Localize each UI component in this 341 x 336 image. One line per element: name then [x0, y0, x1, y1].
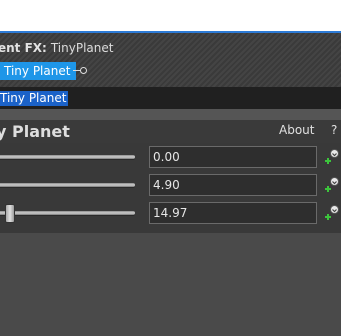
panel-header: y Planet About ?: [0, 120, 341, 143]
effect-header: ent FX: TinyPlanet Tiny Planet: [0, 33, 341, 87]
keyframe-plus-icon[interactable]: [323, 148, 341, 166]
current-fx-label: ent FX: TinyPlanet: [0, 41, 114, 55]
effect-stack: Tiny Planet: [0, 87, 341, 109]
effect-chip[interactable]: Tiny Planet: [0, 62, 77, 80]
parameter-value-input[interactable]: [149, 174, 317, 196]
keyframe-plus-icon[interactable]: [323, 204, 341, 222]
window-top-area: [0, 0, 341, 31]
stack-item-tiny-planet[interactable]: Tiny Planet: [0, 91, 69, 106]
parameter-list: [0, 143, 341, 233]
parameter-row: [0, 144, 341, 172]
current-fx-name: TinyPlanet: [50, 41, 114, 55]
help-link[interactable]: ?: [331, 123, 337, 137]
connector-node-icon[interactable]: [80, 67, 87, 74]
keyframe-plus-icon[interactable]: [323, 176, 341, 194]
parameter-value-input[interactable]: [149, 146, 317, 168]
panel-title: y Planet: [0, 122, 70, 141]
parameter-slider[interactable]: [0, 155, 135, 159]
slider-thumb[interactable]: [5, 204, 15, 223]
about-link[interactable]: About: [279, 123, 314, 137]
parameter-slider[interactable]: [0, 211, 135, 215]
parameter-row: [0, 200, 341, 228]
parameter-slider[interactable]: [0, 183, 135, 187]
parameter-row: [0, 172, 341, 200]
panel-divider: [0, 109, 341, 120]
parameter-value-input[interactable]: [149, 202, 317, 224]
effect-panel: y Planet About ?: [0, 109, 341, 336]
